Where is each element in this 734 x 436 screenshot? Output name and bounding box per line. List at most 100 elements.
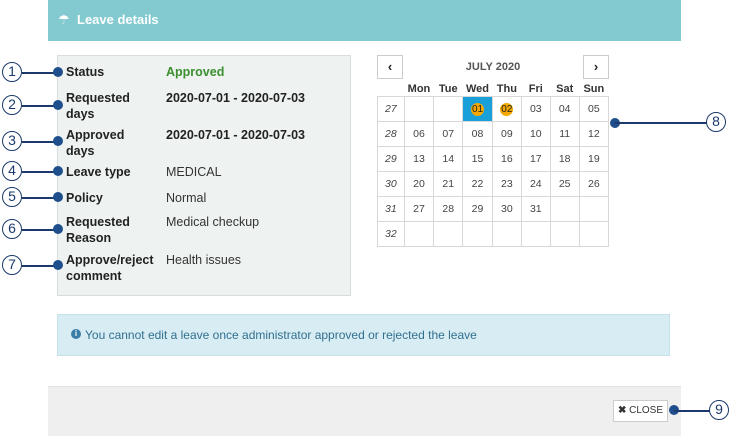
calendar-week-row: 32 <box>377 221 610 247</box>
calendar-day[interactable]: 30 <box>491 196 522 222</box>
calendar-day[interactable]: 21 <box>433 171 464 197</box>
callout-1: 1 <box>2 62 22 82</box>
next-month-button[interactable]: › <box>583 55 609 79</box>
calendar-day[interactable]: 11 <box>549 121 580 147</box>
calendar-day[interactable]: 07 <box>433 121 464 147</box>
calendar-week-row: 31 27 28 29 30 31 <box>377 196 610 222</box>
approved-days-label: Approved days <box>66 128 125 158</box>
close-icon: ✖ <box>617 405 627 416</box>
callout-8: 8 <box>706 112 726 132</box>
leave-day-marker: 01 <box>471 102 485 116</box>
weekday-header: Sun <box>583 83 605 95</box>
calendar-day <box>403 221 435 247</box>
close-button[interactable]: ✖ CLOSE <box>613 400 668 422</box>
calendar-day[interactable]: 15 <box>462 146 493 172</box>
calendar-day[interactable]: 04 <box>549 96 580 122</box>
callout-3: 3 <box>2 131 22 151</box>
status-value: Approved <box>166 65 225 79</box>
week-number: 30 <box>377 171 405 197</box>
weekday-header: Wed <box>466 83 490 95</box>
callout-line <box>615 122 707 124</box>
calendar-day[interactable]: 05 <box>578 96 610 122</box>
calendar-day[interactable]: 28 <box>433 196 464 222</box>
modal-title: Leave details <box>77 12 159 27</box>
policy-value: Normal <box>166 191 207 205</box>
week-number: 27 <box>377 96 405 122</box>
info-icon: i <box>71 329 81 339</box>
callout-dot <box>53 100 63 110</box>
requested-reason-label: Requested Reason <box>66 215 130 245</box>
callout-7: 7 <box>2 255 22 275</box>
calendar-day[interactable]: 10 <box>520 121 551 147</box>
callout-dot <box>53 192 63 202</box>
calendar-week-row: 28 06 07 08 09 10 11 12 <box>377 121 610 147</box>
calendar-day[interactable]: 22 <box>462 171 493 197</box>
leave-type-value: MEDICAL <box>166 165 222 179</box>
weekday-header: Thu <box>496 83 517 95</box>
calendar-day[interactable]: 18 <box>549 146 580 172</box>
close-button-label: CLOSE <box>629 405 664 416</box>
callout-dot <box>53 136 63 146</box>
info-text: You cannot edit a leave once administrat… <box>85 328 477 342</box>
prev-month-button[interactable]: ‹ <box>377 55 403 79</box>
month-label[interactable]: JULY 2020 <box>403 55 583 79</box>
approved-days-value: 2020-07-01 - 2020-07-03 <box>166 128 305 142</box>
approve-reject-comment-label: Approve/reject comment <box>66 253 154 283</box>
calendar-day[interactable]: 25 <box>549 171 580 197</box>
calendar-day <box>520 221 551 247</box>
calendar-day <box>578 196 610 222</box>
calendar-day-selected[interactable]: 01 <box>462 96 493 122</box>
calendar-day[interactable]: 13 <box>403 146 435 172</box>
calendar-day[interactable]: 19 <box>578 146 610 172</box>
weekday-header: Mon <box>407 83 431 95</box>
calendar-day[interactable]: 09 <box>491 121 522 147</box>
calendar-day <box>549 221 580 247</box>
calendar-day[interactable]: 17 <box>520 146 551 172</box>
callout-4: 4 <box>2 161 22 181</box>
calendar-day <box>578 221 610 247</box>
calendar-day[interactable]: 23 <box>491 171 522 197</box>
calendar-day[interactable]: 14 <box>433 146 464 172</box>
calendar-day[interactable]: 24 <box>520 171 551 197</box>
calendar-day[interactable]: 31 <box>520 196 551 222</box>
week-number: 31 <box>377 196 405 222</box>
callout-dot <box>53 67 63 77</box>
policy-label: Policy <box>66 191 103 205</box>
calendar-week-row: 29 13 14 15 16 17 18 19 <box>377 146 610 172</box>
calendar-day <box>462 221 493 247</box>
calendar-day[interactable]: 20 <box>403 171 435 197</box>
calendar-day <box>433 96 464 122</box>
calendar-header: ‹ JULY 2020 › <box>377 55 609 80</box>
status-label: Status <box>66 65 105 79</box>
requested-days-label: Requested days <box>66 91 130 121</box>
calendar-day[interactable]: 27 <box>403 196 435 222</box>
calendar-day <box>549 196 580 222</box>
week-column-header <box>378 82 405 97</box>
week-number: 28 <box>377 121 405 147</box>
callout-5: 5 <box>2 187 22 207</box>
calendar-week-row: 30 20 21 22 23 24 25 26 <box>377 171 610 197</box>
calendar-day[interactable]: 06 <box>403 121 435 147</box>
modal-header: ☂ Leave details <box>48 0 681 41</box>
weekday-header: Sat <box>556 83 574 95</box>
calendar-day[interactable]: 12 <box>578 121 610 147</box>
approve-reject-comment-value: Health issues <box>166 253 242 267</box>
requested-days-value: 2020-07-01 - 2020-07-03 <box>166 91 305 105</box>
calendar-day[interactable]: 26 <box>578 171 610 197</box>
calendar-day <box>403 96 435 122</box>
info-alert: i You cannot edit a leave once administr… <box>57 314 670 356</box>
leave-type-label: Leave type <box>66 165 131 179</box>
calendar-day[interactable]: 02 <box>491 96 522 122</box>
calendar-day[interactable]: 29 <box>462 196 493 222</box>
calendar-day[interactable]: 08 <box>462 121 493 147</box>
calendar-day[interactable]: 16 <box>491 146 522 172</box>
callout-line <box>674 410 710 412</box>
modal-footer <box>48 386 681 436</box>
weekday-header: Tue <box>438 83 458 95</box>
calendar-day <box>491 221 522 247</box>
callout-6: 6 <box>2 219 22 239</box>
calendar-day[interactable]: 03 <box>520 96 551 122</box>
requested-reason-value: Medical checkup <box>166 215 260 229</box>
calendar-day <box>433 221 464 247</box>
callout-dot <box>53 260 63 270</box>
